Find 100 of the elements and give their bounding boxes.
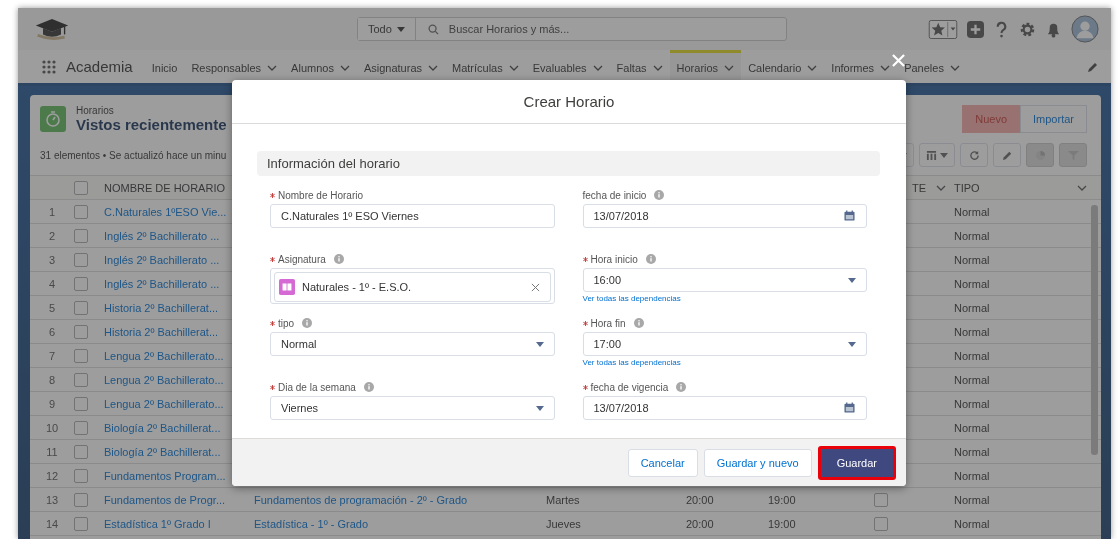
row-number: 1: [47, 205, 57, 218]
footer-button[interactable]: Cancelar: [627, 448, 698, 477]
caret-icon: [940, 152, 948, 158]
info-icon[interactable]: [645, 254, 656, 264]
nav-tab[interactable]: Responsables: [184, 50, 285, 83]
save-button[interactable]: Guardar: [817, 445, 896, 480]
nav-tab[interactable]: Asignaturas: [356, 50, 445, 83]
column-header[interactable]: TE: [911, 181, 926, 194]
pencil-icon: [1001, 149, 1013, 161]
pencil-icon[interactable]: [1087, 60, 1099, 73]
info-icon[interactable]: [676, 382, 687, 392]
dropdown-field[interactable]: Viernes: [270, 396, 555, 420]
row-number: 8: [47, 373, 57, 386]
info-icon[interactable]: [363, 382, 374, 392]
info-icon[interactable]: [654, 190, 665, 200]
nav-tab[interactable]: Alumnos: [284, 50, 357, 83]
list-title[interactable]: Vistos recientemente: [76, 116, 227, 133]
table-cell-text: Normal: [954, 349, 991, 362]
clear-icon[interactable]: [530, 282, 540, 292]
nav-tab[interactable]: Paneles: [897, 50, 967, 83]
favorites-icon[interactable]: [928, 19, 958, 39]
app-launcher-icon[interactable]: [42, 59, 56, 74]
caret-icon: [848, 341, 856, 347]
graduation-cap-logo[interactable]: [34, 17, 70, 41]
settings-icon[interactable]: [1019, 20, 1036, 38]
row-checkbox[interactable]: [74, 228, 88, 243]
table-cell-text: Normal: [954, 421, 991, 434]
row-checkbox[interactable]: [74, 204, 88, 219]
plus-icon[interactable]: [967, 20, 984, 38]
dependencies-link[interactable]: Ver todas las dependencias: [582, 294, 867, 303]
subject-link[interactable]: Estadística - 1º - Grado: [254, 517, 369, 530]
row-checkbox[interactable]: [74, 420, 88, 435]
row-checkbox[interactable]: [74, 324, 88, 339]
scrollbar[interactable]: [1091, 205, 1098, 455]
required-icon: [270, 192, 275, 198]
column-header[interactable]: TIPO: [954, 181, 980, 194]
info-icon[interactable]: [333, 254, 344, 264]
table-cell-text: Normal: [954, 301, 991, 314]
nav-tab[interactable]: Evaluables: [525, 50, 610, 83]
caret-icon: [535, 405, 544, 411]
row-checkbox[interactable]: [74, 276, 88, 291]
search-scope-dropdown[interactable]: Todo: [358, 18, 416, 40]
calendar-icon[interactable]: [844, 210, 855, 221]
chevron-down-icon: [949, 65, 960, 71]
row-number: 5: [47, 301, 57, 314]
nav-tab[interactable]: Faltas: [609, 50, 670, 83]
text-field[interactable]: C.Naturales 1º ESO Viernes: [270, 204, 555, 228]
nav-tab[interactable]: Inicio: [144, 50, 185, 83]
required-icon: [582, 320, 588, 326]
required-icon: [270, 384, 275, 390]
lookup-field[interactable]: Naturales - 1º - E.S.O.: [270, 268, 555, 304]
search-icon: [427, 23, 439, 35]
footer-button[interactable]: Guardar y nuevo: [703, 448, 812, 477]
row-number: 12: [44, 469, 60, 482]
info-icon[interactable]: [633, 318, 644, 328]
table-cell-text: Normal: [954, 469, 991, 482]
action-button[interactable]: Importar: [1020, 105, 1087, 133]
table-cell-text: Normal: [954, 397, 991, 410]
close-icon[interactable]: [892, 54, 905, 67]
row-number: 9: [47, 397, 57, 410]
record-link[interactable]: Estadística 1º Grado I: [104, 517, 254, 530]
search-bar[interactable]: Todo Buscar Horarios y más...: [357, 17, 787, 41]
select-all-checkbox[interactable]: [74, 180, 88, 195]
table-icon: [926, 149, 937, 161]
date-field[interactable]: 13/07/2018: [582, 396, 867, 420]
calendar-icon[interactable]: [844, 402, 855, 413]
refresh-button[interactable]: [960, 143, 988, 167]
row-checkbox[interactable]: [74, 444, 88, 459]
row-checkbox[interactable]: [74, 252, 88, 267]
book-icon: [279, 279, 295, 295]
dropdown-field[interactable]: 17:00: [582, 332, 867, 356]
subject-link[interactable]: Fundamentos de programación - 2º - Grado: [254, 493, 468, 506]
edit-button[interactable]: [993, 143, 1021, 167]
nav-tab[interactable]: Matrículas: [445, 50, 526, 83]
nav-tab[interactable]: Calendario: [741, 50, 825, 83]
record-link[interactable]: Fundamentos de Progr...: [104, 493, 254, 506]
field-label: Nombre de Horario: [278, 189, 364, 201]
row-checkbox[interactable]: [74, 492, 88, 507]
chevron-down-icon[interactable]: [1077, 184, 1087, 191]
dependencies-link[interactable]: Ver todas las dependencias: [582, 358, 867, 367]
nav-tab[interactable]: Informes: [824, 50, 898, 83]
field-label: tipo: [278, 317, 295, 329]
table-view-button[interactable]: [919, 143, 955, 167]
row-checkbox[interactable]: [74, 516, 88, 531]
row-checkbox[interactable]: [74, 300, 88, 315]
table-cell-text: Normal: [954, 277, 991, 290]
dropdown-field[interactable]: Normal: [270, 332, 555, 356]
row-checkbox[interactable]: [74, 468, 88, 483]
info-icon[interactable]: [302, 318, 313, 328]
chevron-down-icon[interactable]: [936, 184, 946, 191]
dropdown-field[interactable]: 16:00: [582, 268, 867, 292]
row-checkbox[interactable]: [74, 372, 88, 387]
row-number: 14: [44, 517, 60, 530]
field-label: Asignatura: [278, 253, 326, 265]
avatar-icon[interactable]: [1071, 15, 1099, 43]
date-field[interactable]: 13/07/2018: [582, 204, 867, 228]
section-title: Información del horario: [267, 156, 400, 171]
row-checkbox[interactable]: [74, 348, 88, 363]
row-checkbox[interactable]: [74, 396, 88, 411]
table-cell-text: Normal: [954, 325, 991, 338]
